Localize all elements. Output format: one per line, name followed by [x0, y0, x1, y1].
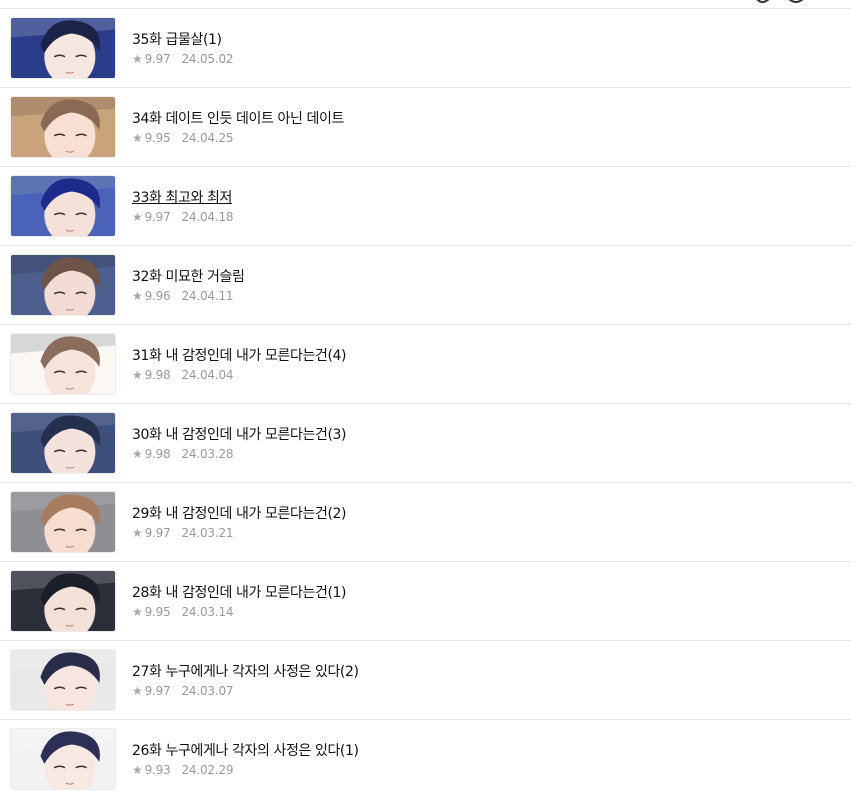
episode-title[interactable]: 31화 내 감정인데 내가 모른다는건(4)	[132, 347, 346, 365]
episode-info: 34화 데이트 인듯 데이트 아닌 데이트 ★ 9.95 24.04.25	[132, 108, 841, 145]
episode-thumbnail[interactable]	[10, 570, 116, 632]
episode-rating: 9.93	[144, 763, 171, 777]
episode-rating: 9.95	[144, 131, 171, 145]
episode-meta: ★ 9.93 24.02.29	[132, 763, 841, 777]
episode-rating: 9.98	[144, 447, 171, 461]
episode-date: 24.03.14	[181, 605, 234, 619]
episode-title[interactable]: 33화 최고와 최저	[132, 189, 232, 207]
episode-thumbnail-image	[11, 18, 115, 78]
star-icon: ★	[132, 763, 143, 777]
episode-thumbnail[interactable]	[10, 412, 116, 474]
episode-thumbnail-image	[11, 413, 115, 473]
episode-rating: 9.98	[144, 368, 171, 382]
episode-list: 35화 급물살(1) ★ 9.97 24.05.02 34화 데이트 인듯 데이트 아닌…	[0, 9, 851, 798]
episode-thumbnail[interactable]	[10, 17, 116, 79]
episode-meta: ★ 9.98 24.04.04	[132, 368, 841, 382]
episode-title[interactable]: 28화 내 감정인데 내가 모른다는건(1)	[132, 584, 346, 602]
episode-item[interactable]: 31화 내 감정인데 내가 모른다는건(4) ★ 9.98 24.04.04	[0, 325, 851, 404]
episode-meta: ★ 9.95 24.03.14	[132, 605, 841, 619]
episode-meta: ★ 9.97 24.04.18	[132, 210, 841, 224]
episode-title[interactable]: 35화 급물살(1)	[132, 31, 222, 49]
episode-rating: 9.97	[144, 210, 171, 224]
episode-info: 27화 누구에게나 각자의 사정은 있다(2) ★ 9.97 24.03.07	[132, 661, 841, 698]
episode-item[interactable]: 34화 데이트 인듯 데이트 아닌 데이트 ★ 9.95 24.04.25	[0, 88, 851, 167]
episode-thumbnail-image	[11, 255, 115, 315]
episode-title[interactable]: 34화 데이트 인듯 데이트 아닌 데이트	[132, 110, 344, 128]
star-icon: ★	[132, 526, 143, 540]
episode-info: 29화 내 감정인데 내가 모른다는건(2) ★ 9.97 24.03.21	[132, 503, 841, 540]
episode-date: 24.03.28	[181, 447, 234, 461]
episode-item[interactable]: 35화 급물살(1) ★ 9.97 24.05.02	[0, 9, 851, 88]
episode-info: 35화 급물살(1) ★ 9.97 24.05.02	[132, 29, 841, 66]
episode-thumbnail-image	[11, 729, 115, 789]
episode-meta: ★ 9.97 24.05.02	[132, 52, 841, 66]
episode-thumbnail[interactable]	[10, 333, 116, 395]
star-icon: ★	[132, 368, 143, 382]
episode-meta: ★ 9.95 24.04.25	[132, 131, 841, 145]
episode-info: 30화 내 감정인데 내가 모른다는건(3) ★ 9.98 24.03.28	[132, 424, 841, 461]
episode-meta: ★ 9.97 24.03.07	[132, 684, 841, 698]
episode-title[interactable]: 32화 미묘한 거슬림	[132, 268, 245, 286]
episode-thumbnail[interactable]	[10, 96, 116, 158]
episode-title[interactable]: 29화 내 감정인데 내가 모른다는건(2)	[132, 505, 346, 523]
episode-thumbnail[interactable]	[10, 649, 116, 711]
episode-title[interactable]: 27화 누구에게나 각자의 사정은 있다(2)	[132, 663, 359, 681]
episode-item[interactable]: 30화 내 감정인데 내가 모른다는건(3) ★ 9.98 24.03.28	[0, 404, 851, 483]
star-icon: ★	[132, 52, 143, 66]
episode-meta: ★ 9.96 24.04.11	[132, 289, 841, 303]
episode-rating: 9.96	[144, 289, 171, 303]
star-icon: ★	[132, 210, 143, 224]
episode-rating: 9.97	[144, 52, 171, 66]
episode-thumbnail-image	[11, 176, 115, 236]
episode-meta: ★ 9.98 24.03.28	[132, 447, 841, 461]
episode-info: 33화 최고와 최저 ★ 9.97 24.04.18	[132, 187, 841, 224]
episode-info: 26화 누구에게나 각자의 사정은 있다(1) ★ 9.93 24.02.29	[132, 740, 841, 777]
star-icon: ★	[132, 289, 143, 303]
episode-date: 24.04.11	[181, 289, 234, 303]
episode-item[interactable]: 28화 내 감정인데 내가 모른다는건(1) ★ 9.95 24.03.14	[0, 562, 851, 641]
episode-thumbnail-image	[11, 334, 115, 394]
episode-item[interactable]: 26화 누구에게나 각자의 사정은 있다(1) ★ 9.93 24.02.29	[0, 720, 851, 798]
episode-title[interactable]: 30화 내 감정인데 내가 모른다는건(3)	[132, 426, 346, 444]
episode-date: 24.04.18	[181, 210, 234, 224]
episode-info: 32화 미묘한 거슬림 ★ 9.96 24.04.11	[132, 266, 841, 303]
episode-thumbnail[interactable]	[10, 728, 116, 790]
episode-thumbnail-image	[11, 650, 115, 710]
episode-item[interactable]: 27화 누구에게나 각자의 사정은 있다(2) ★ 9.97 24.03.07	[0, 641, 851, 720]
star-icon: ★	[132, 605, 143, 619]
episode-thumbnail-image	[11, 571, 115, 631]
episode-info: 28화 내 감정인데 내가 모른다는건(1) ★ 9.95 24.03.14	[132, 582, 841, 619]
episode-date: 24.04.04	[181, 368, 234, 382]
episode-thumbnail-image	[11, 492, 115, 552]
episode-meta: ★ 9.97 24.03.21	[132, 526, 841, 540]
episode-thumbnail[interactable]	[10, 175, 116, 237]
episode-item[interactable]: 33화 최고와 최저 ★ 9.97 24.04.18	[0, 167, 851, 246]
star-icon: ★	[132, 684, 143, 698]
episode-title[interactable]: 26화 누구에게나 각자의 사정은 있다(1)	[132, 742, 359, 760]
episode-rating: 9.97	[144, 526, 171, 540]
episode-info: 31화 내 감정인데 내가 모른다는건(4) ★ 9.98 24.04.04	[132, 345, 841, 382]
episode-rating: 9.95	[144, 605, 171, 619]
episode-date: 24.05.02	[181, 52, 234, 66]
episode-date: 24.03.07	[181, 684, 234, 698]
episode-list-page: 35화 급물살(1) ★ 9.97 24.05.02 34화 데이트 인듯 데이트 아닌…	[0, 0, 860, 798]
episode-date: 24.02.29	[181, 763, 234, 777]
episode-thumbnail-image	[11, 97, 115, 157]
star-icon: ★	[132, 131, 143, 145]
star-icon: ★	[132, 447, 143, 461]
episode-item[interactable]: 29화 내 감정인데 내가 모른다는건(2) ★ 9.97 24.03.21	[0, 483, 851, 562]
episode-thumbnail[interactable]	[10, 254, 116, 316]
episode-date: 24.04.25	[181, 131, 234, 145]
episode-thumbnail[interactable]	[10, 491, 116, 553]
episode-rating: 9.97	[144, 684, 171, 698]
cut-off-header-icons	[756, 0, 804, 3]
episode-date: 24.03.21	[181, 526, 234, 540]
episode-item[interactable]: 32화 미묘한 거슬림 ★ 9.96 24.04.11	[0, 246, 851, 325]
